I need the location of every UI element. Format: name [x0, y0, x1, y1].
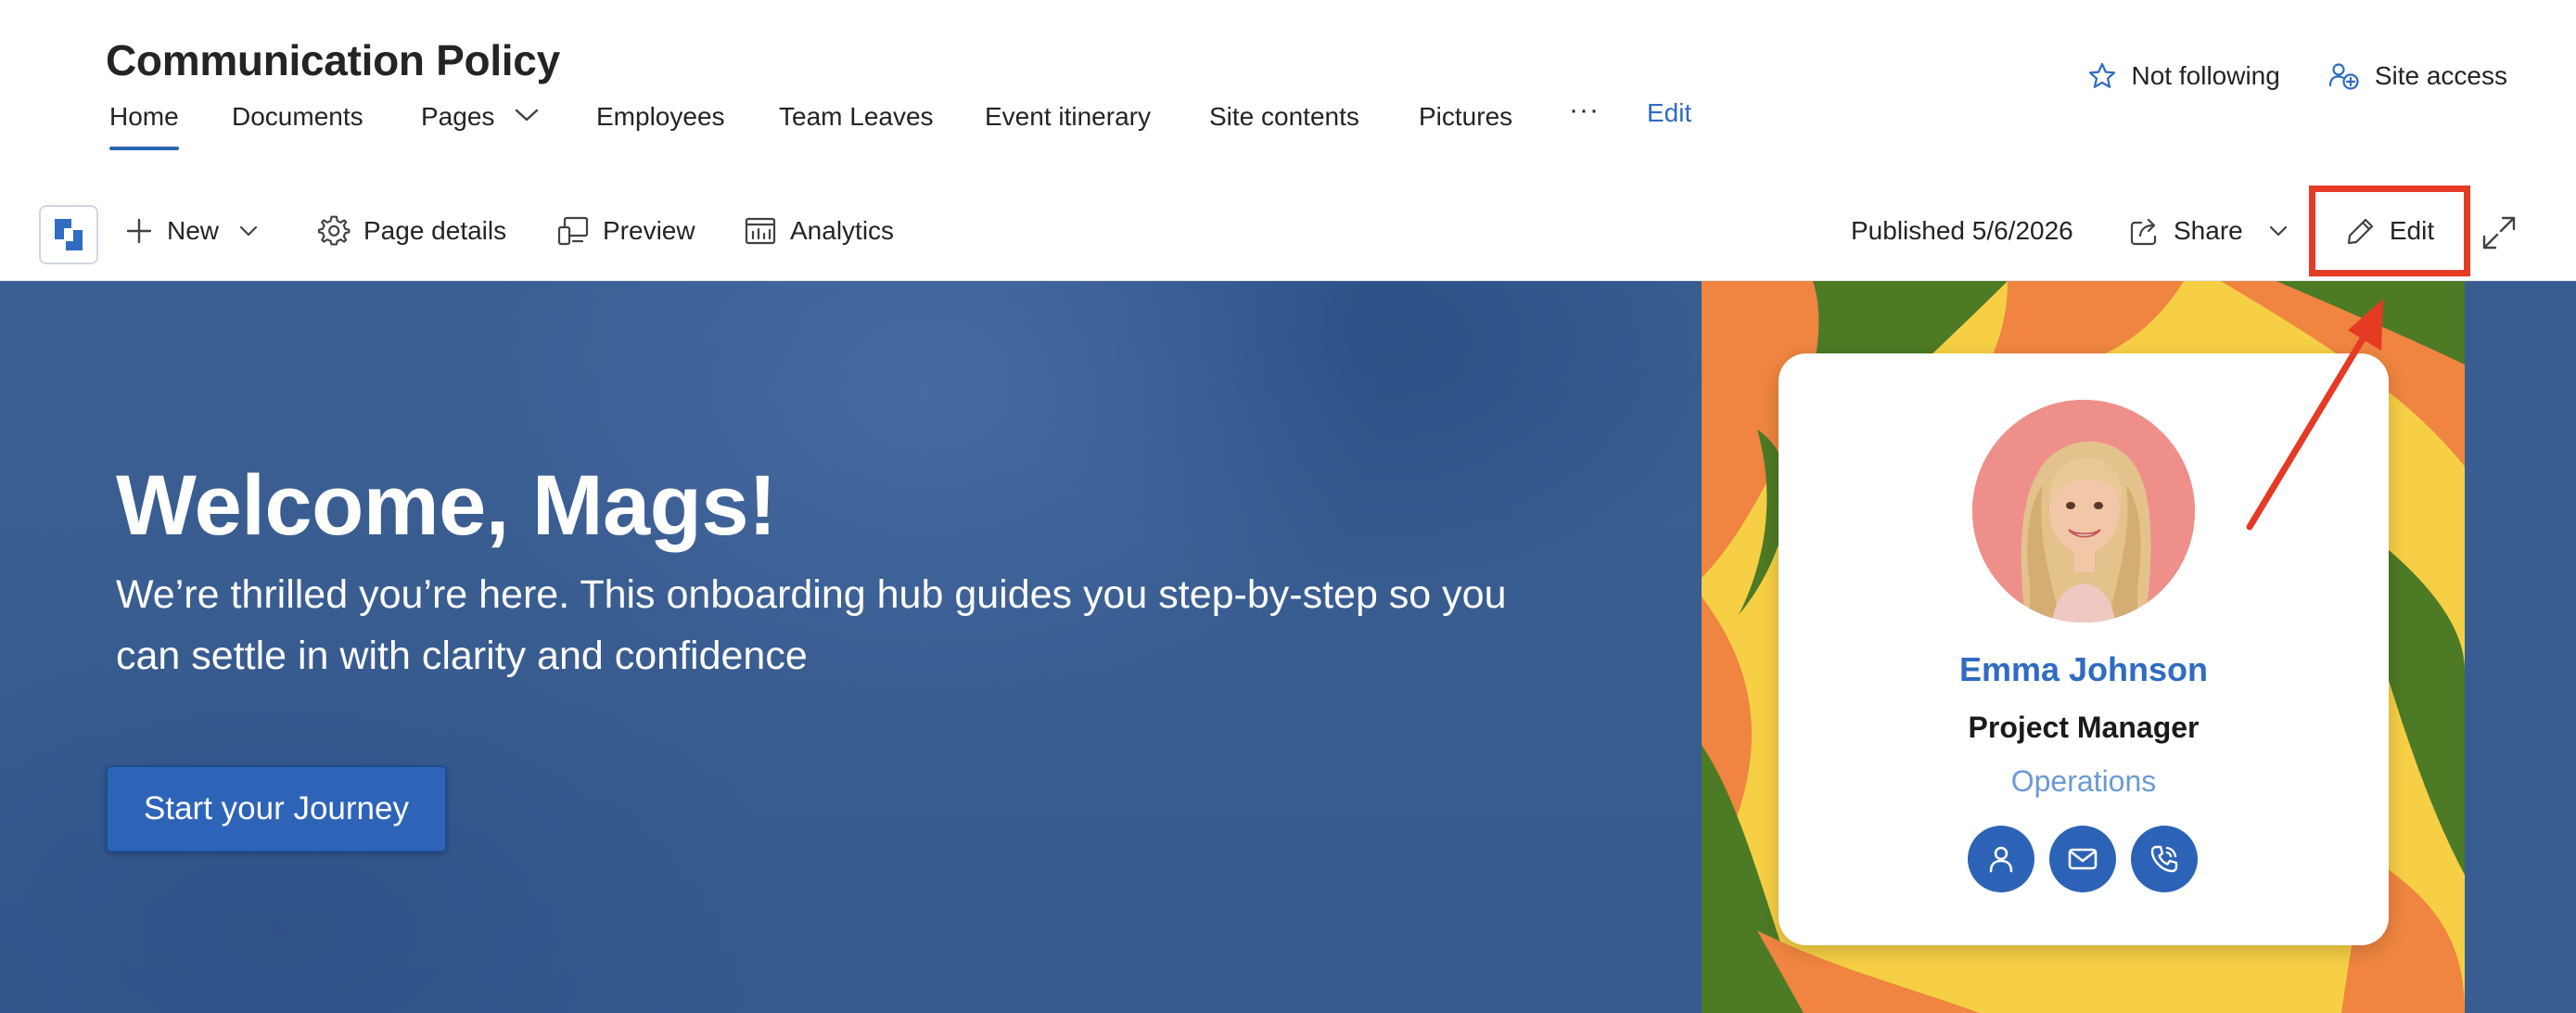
preview-button[interactable]: Preview [556, 181, 695, 281]
share-icon [2130, 218, 2157, 246]
star-icon [2088, 62, 2115, 88]
hero-right-strip [2465, 281, 2576, 1013]
nav-item-site-contents[interactable]: Site contents [1209, 102, 1359, 154]
new-label: New [167, 216, 220, 245]
profile-name[interactable]: Emma Johnson [1779, 650, 2389, 689]
edit-page-label: Edit [2389, 216, 2435, 245]
follow-label: Not following [2131, 61, 2280, 90]
follow-button[interactable]: Not following [2087, 61, 2280, 91]
site-access-button[interactable]: Site access [2328, 61, 2507, 91]
nav-item-pictures[interactable]: Pictures [1419, 102, 1512, 154]
plus-icon [126, 218, 152, 244]
app-logo-icon [55, 219, 83, 250]
email-button[interactable] [2049, 826, 2116, 892]
header-actions: Not following Site access [2087, 61, 2507, 91]
profile-department: Operations [2010, 764, 2157, 798]
preview-label: Preview [603, 216, 695, 245]
chevron-down-icon [239, 225, 258, 237]
nav-edit-link[interactable]: Edit [1647, 98, 1691, 150]
edit-page-button[interactable]: Edit [2309, 186, 2470, 276]
new-button[interactable]: New [124, 181, 258, 281]
analytics-button[interactable]: Analytics [744, 181, 894, 281]
page-details-button[interactable]: Page details [317, 181, 506, 281]
site-access-label: Site access [2374, 61, 2507, 90]
expand-button[interactable] [2479, 212, 2519, 253]
nav-item-event-itinerary[interactable]: Event itinerary [985, 102, 1151, 154]
chevron-down-icon [2269, 225, 2287, 237]
profile-actions [1968, 826, 2198, 892]
call-button[interactable] [2131, 826, 2198, 892]
hero-banner: Welcome, Mags! We’re thrilled you’re her… [0, 281, 2576, 1013]
app-logo[interactable] [39, 205, 98, 264]
expand-icon [2482, 216, 2516, 250]
start-journey-button[interactable]: Start your Journey [106, 765, 447, 853]
published-status: Published 5/6/2026 [1851, 216, 2073, 245]
site-access-icon [2328, 63, 2359, 90]
avatar[interactable] [1972, 400, 2195, 622]
mail-icon [2068, 848, 2098, 870]
phone-icon [2150, 845, 2178, 873]
pencil-icon [2347, 218, 2373, 245]
chevron-down-icon [516, 109, 539, 122]
site-title[interactable]: Communication Policy [106, 35, 560, 85]
hero-subtitle: We’re thrilled you’re here. This onboard… [116, 572, 1507, 678]
person-icon [1989, 846, 2013, 873]
site-header: Communication Policy Home Documents Page… [0, 0, 2576, 181]
nav-item-team-leaves[interactable]: Team Leaves [779, 102, 934, 154]
profile-role: Project Manager [1968, 711, 2200, 744]
analytics-label: Analytics [790, 216, 895, 245]
nav-item-pages[interactable]: Pages [421, 102, 539, 154]
view-profile-button[interactable] [1968, 826, 2034, 892]
analytics-icon [745, 217, 776, 245]
preview-icon [557, 216, 589, 246]
nav-item-employees[interactable]: Employees [596, 102, 725, 154]
share-label: Share [2174, 216, 2243, 245]
hero-title: Welcome, Mags! [116, 458, 777, 553]
nav-more-button[interactable]: ··· [1569, 95, 1600, 147]
avatar-illustration [1972, 400, 2195, 622]
nav-item-home[interactable]: Home [109, 102, 179, 154]
nav-item-pages-label: Pages [421, 102, 495, 131]
nav-item-documents[interactable]: Documents [232, 102, 363, 154]
page-details-label: Page details [363, 216, 507, 245]
command-bar: New Page details Preview Analytics Publi… [0, 181, 2576, 281]
share-button[interactable]: Share [2129, 181, 2288, 281]
gear-icon [317, 215, 351, 246]
profile-card: Emma Johnson Project Manager Operations [1779, 353, 2389, 945]
